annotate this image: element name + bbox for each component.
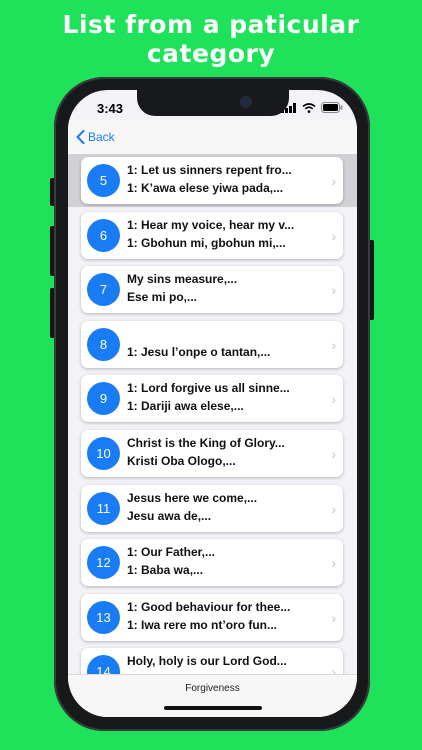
chevron-right-icon: › xyxy=(331,664,336,674)
hymn-yoruba-line: Jesu awa de,... xyxy=(127,508,212,523)
status-time: 3:43 xyxy=(97,101,124,116)
hymn-yoruba-line: 1: Iwa rere mo nt’oro fun... xyxy=(127,617,278,632)
hymn-english-line: 1: Hear my voice, hear my v... xyxy=(127,217,295,232)
hymn-number-badge: 7 xyxy=(87,273,120,307)
hymn-english-line: 1: Our Father,... xyxy=(127,545,216,560)
hymn-number-badge: 14 xyxy=(87,655,120,674)
hymn-number-badge: 11 xyxy=(87,491,120,525)
hymn-row[interactable]: 12 1: Our Father,... 1: Baba wa,... › xyxy=(81,539,343,587)
battery-icon xyxy=(321,102,343,113)
chevron-right-icon: › xyxy=(331,336,336,353)
hymn-english-line: Christ is the King of Glory... xyxy=(127,436,285,450)
hymn-row[interactable]: 5 1: Let us sinners repent fro... 1: K’awa… xyxy=(81,157,343,204)
phone-screen: 3:43 Back 5 1: Let us sinners repent fro… xyxy=(68,90,357,717)
hymn-yoruba-line: 1: Jesu l’onpe o tantan,... xyxy=(127,344,271,359)
hymn-row[interactable]: 14 Holy, holy is our Lord God... › xyxy=(81,648,343,674)
hymn-english-line: 1: Let us sinners repent fro... xyxy=(127,163,292,177)
hymn-row[interactable]: 9 1: Lord forgive us all sinne... 1: Darij… xyxy=(81,375,343,423)
hymn-number-badge: 10 xyxy=(87,437,120,470)
hymn-yoruba-line: Kristi Oba Ologo,... xyxy=(127,454,236,468)
chevron-right-icon: › xyxy=(331,609,336,626)
hymn-row[interactable]: 8 1: Jesu l’onpe o tantan,... › xyxy=(81,320,343,368)
hymn-number-badge: 6 xyxy=(87,218,120,252)
hymn-english-line: Holy, holy is our Lord God... xyxy=(127,654,287,669)
hymn-yoruba-line: Ese mi po,... xyxy=(127,290,198,305)
navigation-bar: Back xyxy=(68,120,357,154)
promo-headline-line2: category xyxy=(146,39,276,68)
promo-headline-line1: List from a paticular xyxy=(62,10,360,39)
wifi-icon xyxy=(302,102,316,113)
chevron-right-icon: › xyxy=(331,555,336,572)
hymn-english-line: 1: Lord forgive us all sinne... xyxy=(127,381,290,396)
phone-notch xyxy=(137,90,289,116)
hymn-number-badge: 8 xyxy=(87,327,120,361)
hymn-row[interactable]: 6 1: Hear my voice, hear my v... 1: Gbohun… xyxy=(81,211,343,259)
hymn-number-badge: 5 xyxy=(87,164,120,197)
hymn-yoruba-line: 1: K’awa elese yiwa pada,... xyxy=(127,181,284,195)
chevron-left-icon xyxy=(76,130,85,144)
home-indicator[interactable] xyxy=(164,706,262,710)
chevron-right-icon: › xyxy=(331,500,336,517)
chevron-right-icon: › xyxy=(331,282,336,299)
chevron-right-icon: › xyxy=(331,391,336,408)
hymn-english-line: Jesus here we come,... xyxy=(127,490,258,505)
chevron-right-icon: › xyxy=(331,227,336,244)
hymn-row[interactable]: 7 My sins measure,... Ese mi po,... › xyxy=(81,266,343,314)
hymn-list: 5 1: Let us sinners repent fro... 1: K’awa… xyxy=(68,154,357,674)
hymn-yoruba-line: 1: Gbohun mi, gbohun mi,... xyxy=(127,235,286,250)
category-bar: Forgiveness xyxy=(68,674,357,717)
promo-headline: List from a paticular category xyxy=(0,10,422,68)
front-camera xyxy=(240,96,252,108)
hymn-english-line: My sins measure,... xyxy=(127,272,238,287)
hymn-number-badge: 9 xyxy=(87,382,120,416)
hymn-number-badge: 13 xyxy=(87,600,120,634)
hymn-row[interactable]: 10 Christ is the King of Glory... Kristi O… xyxy=(81,430,343,477)
chevron-right-icon: › xyxy=(331,446,336,462)
hymn-english-line: 1: Good behaviour for thee... xyxy=(127,599,291,614)
hymn-yoruba-line: 1: Baba wa,... xyxy=(127,563,204,578)
category-label: Forgiveness xyxy=(185,683,240,694)
hymn-row[interactable]: 11 Jesus here we come,... Jesu awa de,... › xyxy=(81,484,343,532)
status-icons xyxy=(281,102,343,113)
chevron-right-icon: › xyxy=(331,173,336,189)
back-label: Back xyxy=(88,130,115,144)
hymn-row[interactable]: 13 1: Good behaviour for thee... 1: Iwa re… xyxy=(81,593,343,641)
back-button[interactable]: Back xyxy=(76,130,115,144)
hymn-yoruba-line: 1: Dariji awa elese,... xyxy=(127,399,244,414)
hymn-number-badge: 12 xyxy=(87,546,120,580)
